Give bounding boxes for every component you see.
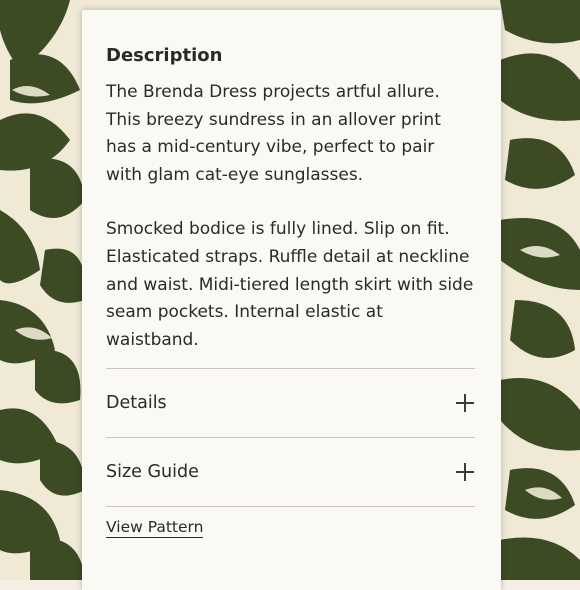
description-paragraph-1: The Brenda Dress projects artful allure.…: [106, 82, 441, 185]
plus-icon[interactable]: [456, 394, 474, 413]
accordion-details[interactable]: Details: [106, 369, 475, 437]
product-description-card: Description The Brenda Dress projects ar…: [82, 10, 501, 590]
description-heading: Description: [106, 45, 223, 66]
accordion-details-label: Details: [106, 393, 167, 414]
divider: [106, 506, 475, 508]
view-pattern-link[interactable]: View Pattern: [106, 518, 204, 539]
accordion-size-guide[interactable]: Size Guide: [106, 438, 475, 506]
description-paragraph-2: Smocked bodice is fully lined. Slip on f…: [106, 219, 474, 350]
plus-icon[interactable]: [456, 463, 474, 482]
accordion-size-guide-label: Size Guide: [106, 462, 199, 483]
